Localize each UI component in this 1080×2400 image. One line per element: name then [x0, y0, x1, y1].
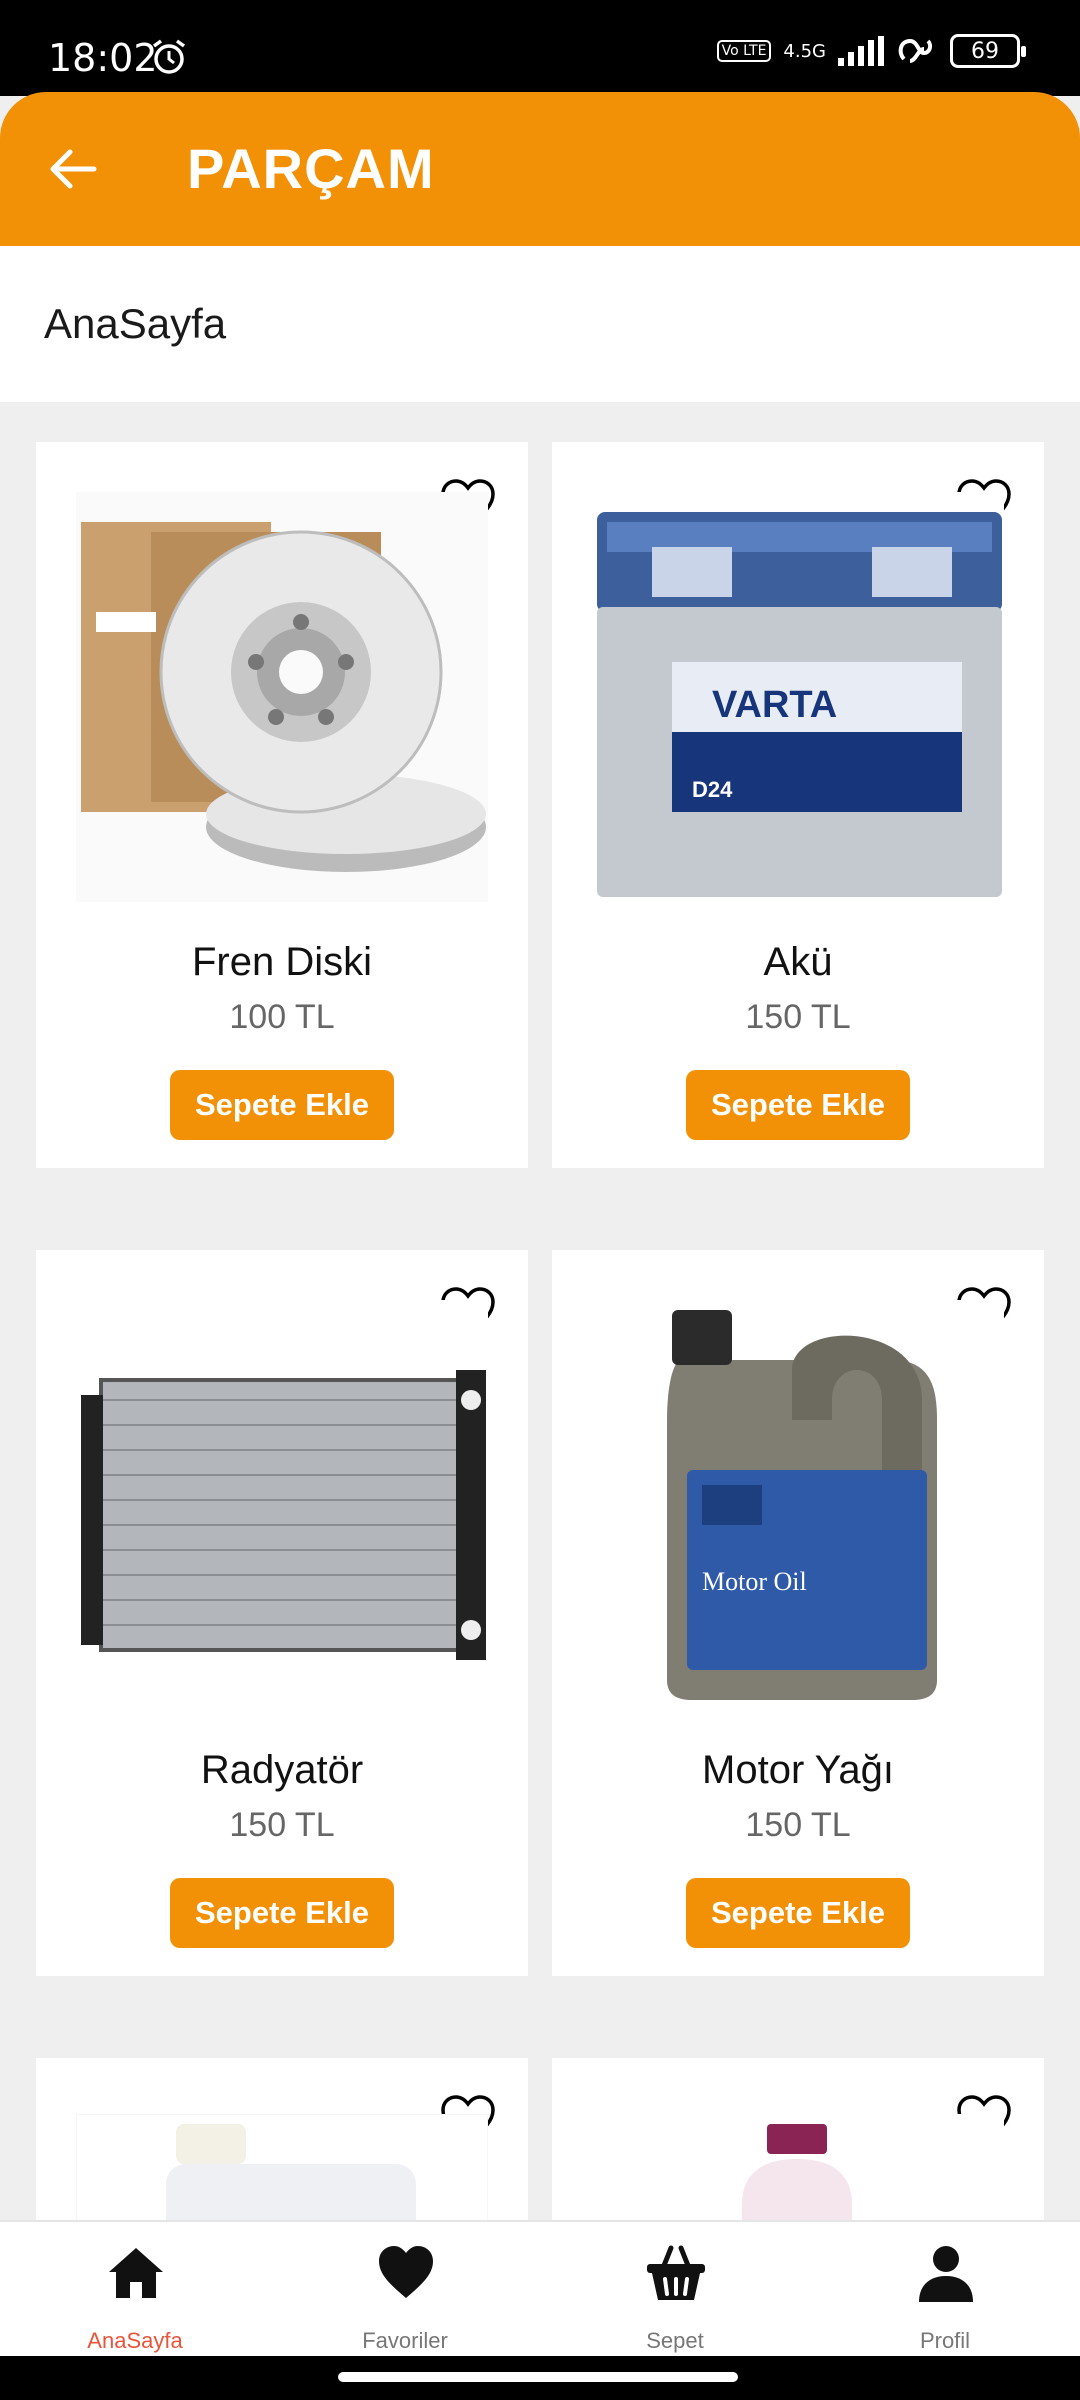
- product-name: Fren Diski: [191, 940, 373, 984]
- nav-label: Sepet: [646, 2328, 704, 2353]
- nav-item-profile[interactable]: Profil: [810, 2222, 1080, 2358]
- add-to-cart-button[interactable]: Sepete Ekle: [686, 1070, 910, 1140]
- motor-oil-image: Motor Oil: [592, 1300, 1004, 1710]
- signal-icon: [838, 36, 884, 66]
- hotspot-icon: [898, 38, 933, 63]
- arrow-left-icon[interactable]: [44, 140, 102, 198]
- home-icon: [109, 2248, 163, 2298]
- volte-indicator: Vo LTE: [716, 40, 772, 62]
- nav-label: AnaSayfa: [87, 2328, 183, 2353]
- app-title: PARÇAM: [187, 137, 435, 200]
- product-card[interactable]: VARTA D24 Akü 150 TL Sepete Ekle: [552, 442, 1044, 1168]
- battery-indicator: 69: [950, 34, 1026, 68]
- person-icon: [919, 2246, 973, 2302]
- status-time: 18:02: [48, 36, 158, 80]
- app-bar: PARÇAM: [0, 92, 1080, 246]
- breadcrumb: AnaSayfa: [44, 300, 227, 347]
- nav-item-favorites[interactable]: Favoriler: [270, 2222, 540, 2358]
- product-price: 150 TL: [745, 1806, 851, 1844]
- svg-text:VARTA: VARTA: [712, 684, 837, 726]
- car-battery-image: VARTA D24: [592, 492, 1004, 902]
- radiator-image: [76, 1300, 488, 1710]
- alarm-icon: [152, 39, 186, 74]
- nav-item-home[interactable]: AnaSayfa: [0, 2222, 270, 2358]
- nav-item-cart[interactable]: Sepet: [540, 2222, 810, 2358]
- nav-label: Favoriler: [362, 2328, 448, 2353]
- product-price: 150 TL: [229, 1806, 335, 1844]
- breadcrumb-bar: AnaSayfa: [0, 246, 1080, 402]
- home-indicator[interactable]: [338, 2372, 738, 2382]
- brake-disc-image: [76, 492, 488, 902]
- network-type: 4.5G: [783, 40, 826, 62]
- status-indicators: Vo LTE 4.5G 69: [716, 34, 1026, 68]
- add-to-cart-button[interactable]: Sepete Ekle: [170, 1878, 394, 1948]
- product-card[interactable]: Radyatör 150 TL Sepete Ekle: [36, 1250, 528, 1976]
- product-price: 150 TL: [745, 998, 851, 1036]
- svg-text:D24: D24: [692, 777, 733, 802]
- product-price: 100 TL: [229, 998, 335, 1036]
- add-to-cart-button[interactable]: Sepete Ekle: [686, 1878, 910, 1948]
- system-gesture-bar: [0, 2356, 1080, 2400]
- bottom-navigation: AnaSayfa Favoriler Sepet Profil: [0, 2220, 1080, 2356]
- status-bar: 18:02 Vo LTE 4.5G 69: [0, 0, 1080, 96]
- product-name: Akü: [763, 940, 833, 984]
- basket-icon: [647, 2245, 705, 2300]
- svg-text:Motor Oil: Motor Oil: [702, 1567, 807, 1596]
- product-card[interactable]: Fren Diski 100 TL Sepete Ekle: [36, 442, 528, 1168]
- product-card[interactable]: Motor Oil Motor Yağı 150 TL Sepete Ekle: [552, 1250, 1044, 1976]
- heart-icon: [379, 2246, 433, 2298]
- product-name: Radyatör: [200, 1748, 364, 1792]
- nav-label: Profil: [919, 2328, 971, 2353]
- product-name: Motor Yağı: [702, 1748, 894, 1792]
- add-to-cart-button[interactable]: Sepete Ekle: [170, 1070, 394, 1140]
